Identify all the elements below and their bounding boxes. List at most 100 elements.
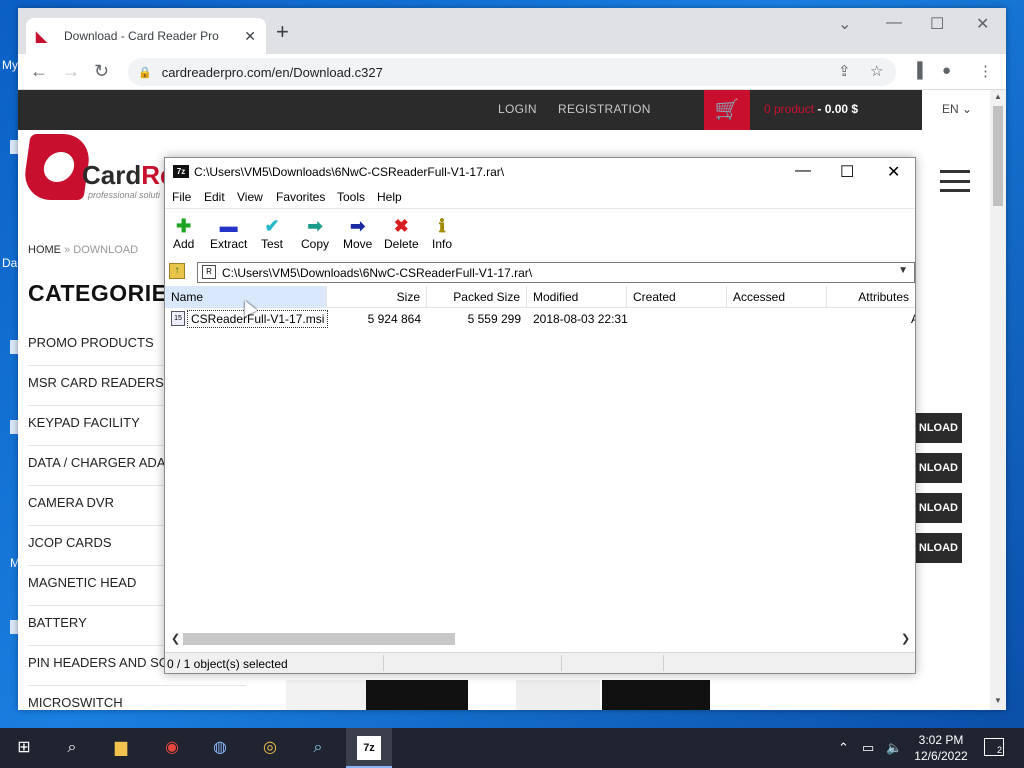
- app-icon[interactable]: ⌕: [306, 736, 330, 760]
- column-attributes[interactable]: Attributes: [827, 286, 915, 308]
- start-windows-icon[interactable]: ⊞: [12, 736, 36, 760]
- path-text: C:\Users\VM5\Downloads\6NwC-CSReaderFull…: [222, 266, 533, 280]
- scroll-down-icon[interactable]: ▼: [994, 696, 1002, 705]
- download-button[interactable]: NLOAD: [914, 413, 962, 443]
- file-list-hscrollbar[interactable]: ❮ ❯: [165, 630, 915, 648]
- column-created[interactable]: Created: [627, 286, 727, 308]
- forward-icon[interactable]: →: [62, 61, 80, 81]
- copy-button[interactable]: ➡ Copy: [301, 215, 329, 251]
- column-packed-size[interactable]: Packed Size: [427, 286, 527, 308]
- file-modified: 2018-08-03 22:31: [533, 312, 628, 326]
- menu-file[interactable]: File: [172, 190, 191, 204]
- scroll-right-icon[interactable]: ❯: [901, 632, 910, 645]
- product-thumbnail[interactable]: [286, 680, 366, 710]
- menu-tools[interactable]: Tools: [337, 190, 365, 204]
- 7zip-address-bar: ↑ R C:\Users\VM5\Downloads\6NwC-CSReader…: [165, 260, 915, 284]
- registration-link[interactable]: REGISTRATION: [558, 102, 651, 116]
- test-button[interactable]: ✔ Test: [261, 215, 283, 251]
- column-accessed[interactable]: Accessed: [727, 286, 827, 308]
- hamburger-menu-icon[interactable]: [940, 170, 970, 192]
- site-logo[interactable]: CardRe professional soluti: [21, 134, 176, 204]
- delete-button[interactable]: ✖ Delete: [384, 215, 419, 251]
- logo-text: CardRe: [82, 160, 175, 191]
- cart-icon[interactable]: 🛒: [704, 90, 750, 130]
- info-icon: ℹ: [438, 216, 446, 236]
- 7zip-window: 7z C:\Users\VM5\Downloads\6NwC-CSReaderF…: [164, 157, 916, 674]
- close-tab-icon[interactable]: ✕: [244, 28, 256, 45]
- file-size: 5 924 864: [367, 312, 421, 326]
- column-modified[interactable]: Modified: [527, 286, 627, 308]
- back-icon[interactable]: ←: [30, 61, 48, 81]
- extract-icon: ▬: [219, 216, 238, 236]
- scroll-left-icon[interactable]: ❮: [171, 632, 180, 645]
- column-size[interactable]: Size: [327, 286, 427, 308]
- product-thumbnail[interactable]: [366, 680, 468, 710]
- info-button[interactable]: ℹ Info: [432, 215, 452, 251]
- page-scrollbar[interactable]: ▲ ▼: [990, 90, 1006, 710]
- chevron-up-icon[interactable]: ⌃: [838, 740, 849, 756]
- extract-label: Extract: [210, 237, 248, 251]
- maximize-icon[interactable]: ☐: [930, 14, 944, 34]
- tab-search-icon[interactable]: ⌄: [838, 14, 851, 34]
- extract-button[interactable]: ▬ Extract: [210, 215, 247, 251]
- volume-icon[interactable]: 🔈: [886, 740, 902, 756]
- menu-edit[interactable]: Edit: [204, 190, 225, 204]
- maximize-icon[interactable]: ☐: [840, 162, 854, 182]
- browser-tab[interactable]: ◣ Download - Card Reader Pro ✕: [26, 18, 266, 54]
- reload-icon[interactable]: ↻: [94, 61, 109, 81]
- file-name[interactable]: CSReaderFull-V1-17.msi: [187, 310, 329, 328]
- desktop-icon[interactable]: [10, 340, 18, 354]
- new-tab-icon[interactable]: +: [276, 21, 289, 43]
- network-icon[interactable]: ▭: [862, 740, 874, 756]
- chrome-icon[interactable]: ◉: [160, 736, 184, 760]
- menu-view[interactable]: View: [237, 190, 263, 204]
- language-select[interactable]: EN ⌄: [942, 102, 972, 116]
- selection-status: 0 / 1 object(s) selected: [167, 657, 288, 671]
- category-item[interactable]: MICROSWITCH: [28, 686, 246, 710]
- hscroll-thumb[interactable]: [183, 633, 455, 645]
- chevron-down-icon[interactable]: ▼: [898, 265, 908, 276]
- side-panel-icon[interactable]: ▐: [912, 62, 923, 79]
- minimize-icon[interactable]: —: [795, 162, 811, 180]
- desktop-icon[interactable]: [10, 420, 18, 434]
- address-bar[interactable]: 🔒 cardreaderpro.com/en/Download.c327: [128, 58, 896, 86]
- desktop-icon[interactable]: [10, 620, 18, 634]
- menu-kebab-icon[interactable]: ⋮: [978, 62, 993, 80]
- minimize-icon[interactable]: —: [886, 14, 902, 32]
- download-button[interactable]: NLOAD: [914, 493, 962, 523]
- tab-title: Download - Card Reader Pro: [64, 29, 219, 43]
- cart-summary[interactable]: 0 product - 0.00 $: [764, 102, 858, 116]
- close-window-icon[interactable]: ✕: [976, 14, 989, 34]
- scrollbar-thumb[interactable]: [993, 106, 1003, 206]
- browser-toolbar: ← → ↻ 🔒 cardreaderpro.com/en/Download.c3…: [18, 54, 1006, 90]
- product-thumbnail[interactable]: [602, 680, 710, 710]
- 7zip-taskbar-icon[interactable]: 7z: [357, 736, 381, 760]
- app-icon[interactable]: ◍: [208, 736, 232, 760]
- file-row[interactable]: 15 CSReaderFull-V1-17.msi 5 924 864 5 55…: [165, 310, 915, 328]
- move-button[interactable]: ➡ Move: [343, 215, 372, 251]
- file-packed-size: 5 559 299: [467, 312, 521, 326]
- bookmark-star-icon[interactable]: ☆: [870, 62, 883, 80]
- download-button[interactable]: NLOAD: [914, 453, 962, 483]
- product-thumbnail[interactable]: [516, 680, 600, 710]
- search-icon[interactable]: ⌕: [60, 736, 84, 760]
- share-icon[interactable]: ⇪: [838, 62, 851, 80]
- clock[interactable]: 3:02 PM 12/6/2022: [912, 732, 970, 764]
- 7zip-titlebar[interactable]: 7z C:\Users\VM5\Downloads\6NwC-CSReaderF…: [165, 158, 915, 188]
- path-combobox[interactable]: R C:\Users\VM5\Downloads\6NwC-CSReaderFu…: [197, 262, 915, 283]
- notification-icon[interactable]: 2: [984, 738, 1004, 756]
- taskbar: ⊞ ⌕ ▆ ◉ ◍ ◎ ⌕ 7z ⌃ ▭ 🔈 3:02 PM 12/6/2022…: [0, 728, 1024, 768]
- file-explorer-icon[interactable]: ▆: [109, 736, 133, 760]
- app-icon[interactable]: ◎: [258, 736, 282, 760]
- login-link[interactable]: LOGIN: [498, 102, 537, 116]
- menu-help[interactable]: Help: [377, 190, 402, 204]
- breadcrumb-home[interactable]: HOME: [28, 244, 61, 256]
- menu-favorites[interactable]: Favorites: [276, 190, 325, 204]
- desktop-icon[interactable]: [10, 140, 18, 154]
- profile-avatar-icon[interactable]: ●: [942, 62, 951, 79]
- add-button[interactable]: ✚ Add: [173, 215, 194, 251]
- folder-up-icon[interactable]: ↑: [169, 263, 185, 279]
- scroll-up-icon[interactable]: ▲: [994, 92, 1002, 101]
- close-icon[interactable]: ✕: [887, 162, 900, 182]
- download-button[interactable]: NLOAD: [914, 533, 962, 563]
